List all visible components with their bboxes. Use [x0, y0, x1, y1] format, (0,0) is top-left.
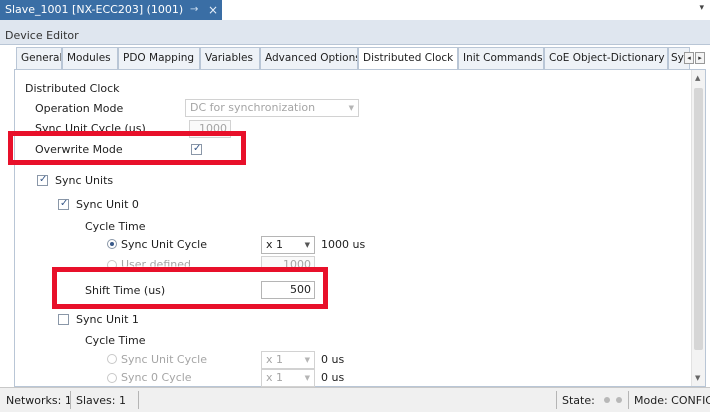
- status-separator: [556, 391, 557, 409]
- tab-distributed-clock[interactable]: Distributed Clock: [358, 47, 458, 70]
- sync-unit-cycle-radio-label: Sync Unit Cycle: [121, 238, 207, 251]
- sync0-multiplier-select[interactable]: x 1 ▼: [261, 369, 315, 387]
- chevron-down-icon: ▼: [348, 104, 354, 112]
- sync0-cycle-radio[interactable]: [107, 373, 117, 383]
- title-bar: Slave_1001 [NX-ECC203] (1001) → × ▾: [0, 0, 710, 20]
- tab-strip: General Modules PDO Mapping Variables Ad…: [16, 47, 705, 70]
- multiplier-select[interactable]: x 1 ▼: [261, 236, 315, 254]
- pin-icon[interactable]: →: [190, 0, 198, 20]
- multiplier-value: x 1: [266, 353, 284, 366]
- window-menu-dropdown-icon[interactable]: ▾: [699, 3, 704, 13]
- state-indicator-led: [616, 397, 622, 403]
- chevron-down-icon: ▼: [304, 241, 310, 249]
- sync-unit-1-cycle-radio-label: Sync Unit Cycle: [121, 353, 207, 366]
- operation-mode-label: Operation Mode: [35, 102, 124, 115]
- close-icon[interactable]: ×: [208, 0, 218, 20]
- document-tab[interactable]: Slave_1001 [NX-ECC203] (1001) → ×: [0, 0, 222, 20]
- tab-modules[interactable]: Modules: [62, 47, 118, 69]
- sync-unit-0-checkbox[interactable]: ✓: [58, 198, 69, 210]
- sync-unit-0-label: Sync Unit 0: [76, 198, 139, 211]
- sync-unit-1-multiplier-select[interactable]: x 1 ▼: [261, 351, 315, 369]
- sync-unit-1-result: 0 us: [321, 353, 345, 366]
- scroll-down-icon[interactable]: ▼: [695, 374, 700, 382]
- tab-scroll-right-icon[interactable]: ▸: [695, 52, 705, 64]
- checkmark-icon: ✓: [39, 174, 48, 185]
- status-mode: Mode: CONFIG: [634, 394, 710, 407]
- tab-scroll-left-icon[interactable]: ◂: [684, 52, 694, 64]
- sync-unit-1-cycle-radio[interactable]: [107, 354, 117, 364]
- sync-unit-1-cycle-time-label: Cycle Time: [85, 334, 146, 347]
- tab-init-commands[interactable]: Init Commands: [458, 47, 544, 69]
- status-separator: [138, 391, 139, 409]
- sync-unit-1-checkbox[interactable]: [58, 314, 69, 325]
- status-separator: [628, 391, 629, 409]
- scroll-up-icon[interactable]: ▲: [695, 74, 700, 82]
- section-title: Distributed Clock: [25, 82, 120, 95]
- editor-label: Device Editor: [5, 29, 79, 42]
- multiplier-value: x 1: [266, 238, 284, 251]
- chevron-down-icon: ▼: [304, 356, 310, 364]
- tab-pdo-mapping[interactable]: PDO Mapping: [118, 47, 200, 69]
- status-separator: [70, 391, 71, 409]
- status-networks: Networks: 1: [6, 394, 72, 407]
- vertical-scrollbar[interactable]: ▲ ▼: [691, 70, 705, 386]
- cycle-result: 1000 us: [321, 238, 366, 251]
- status-bar: Networks: 1 Slaves: 1 State: Mode: CONFI…: [0, 387, 710, 412]
- shift-time-highlight: [52, 267, 328, 309]
- chevron-down-icon: ▼: [304, 374, 310, 382]
- sync-units-checkbox[interactable]: ✓: [37, 174, 48, 186]
- status-state: State:: [562, 394, 595, 407]
- sync0-cycle-radio-label: Sync 0 Cycle: [121, 371, 192, 384]
- tab-variables[interactable]: Variables: [200, 47, 260, 69]
- distributed-clock-panel: Distributed Clock Operation Mode DC for …: [14, 69, 706, 387]
- sync-unit-0-cycle-time-label: Cycle Time: [85, 220, 146, 233]
- sync0-result: 0 us: [321, 371, 345, 384]
- document-tab-title: Slave_1001 [NX-ECC203] (1001): [5, 3, 184, 16]
- status-slaves: Slaves: 1: [76, 394, 126, 407]
- operation-mode-value: DC for synchronization: [190, 101, 316, 114]
- scrollbar-thumb[interactable]: [694, 88, 703, 350]
- tab-advanced-options[interactable]: Advanced Options: [260, 47, 358, 69]
- overwrite-mode-highlight: [8, 131, 246, 165]
- tab-general[interactable]: General: [16, 47, 62, 69]
- editor-header: [0, 20, 710, 45]
- multiplier-value: x 1: [266, 371, 284, 384]
- operation-mode-select[interactable]: DC for synchronization ▼: [185, 99, 359, 117]
- sync-unit-1-label: Sync Unit 1: [76, 313, 139, 326]
- tab-coe-object-dictionary[interactable]: CoE Object-Dictionary: [544, 47, 668, 69]
- checkmark-icon: ✓: [60, 198, 69, 209]
- sync-unit-cycle-radio[interactable]: [107, 239, 117, 249]
- sync-units-label: Sync Units: [55, 174, 114, 187]
- state-indicator-led: [604, 397, 610, 403]
